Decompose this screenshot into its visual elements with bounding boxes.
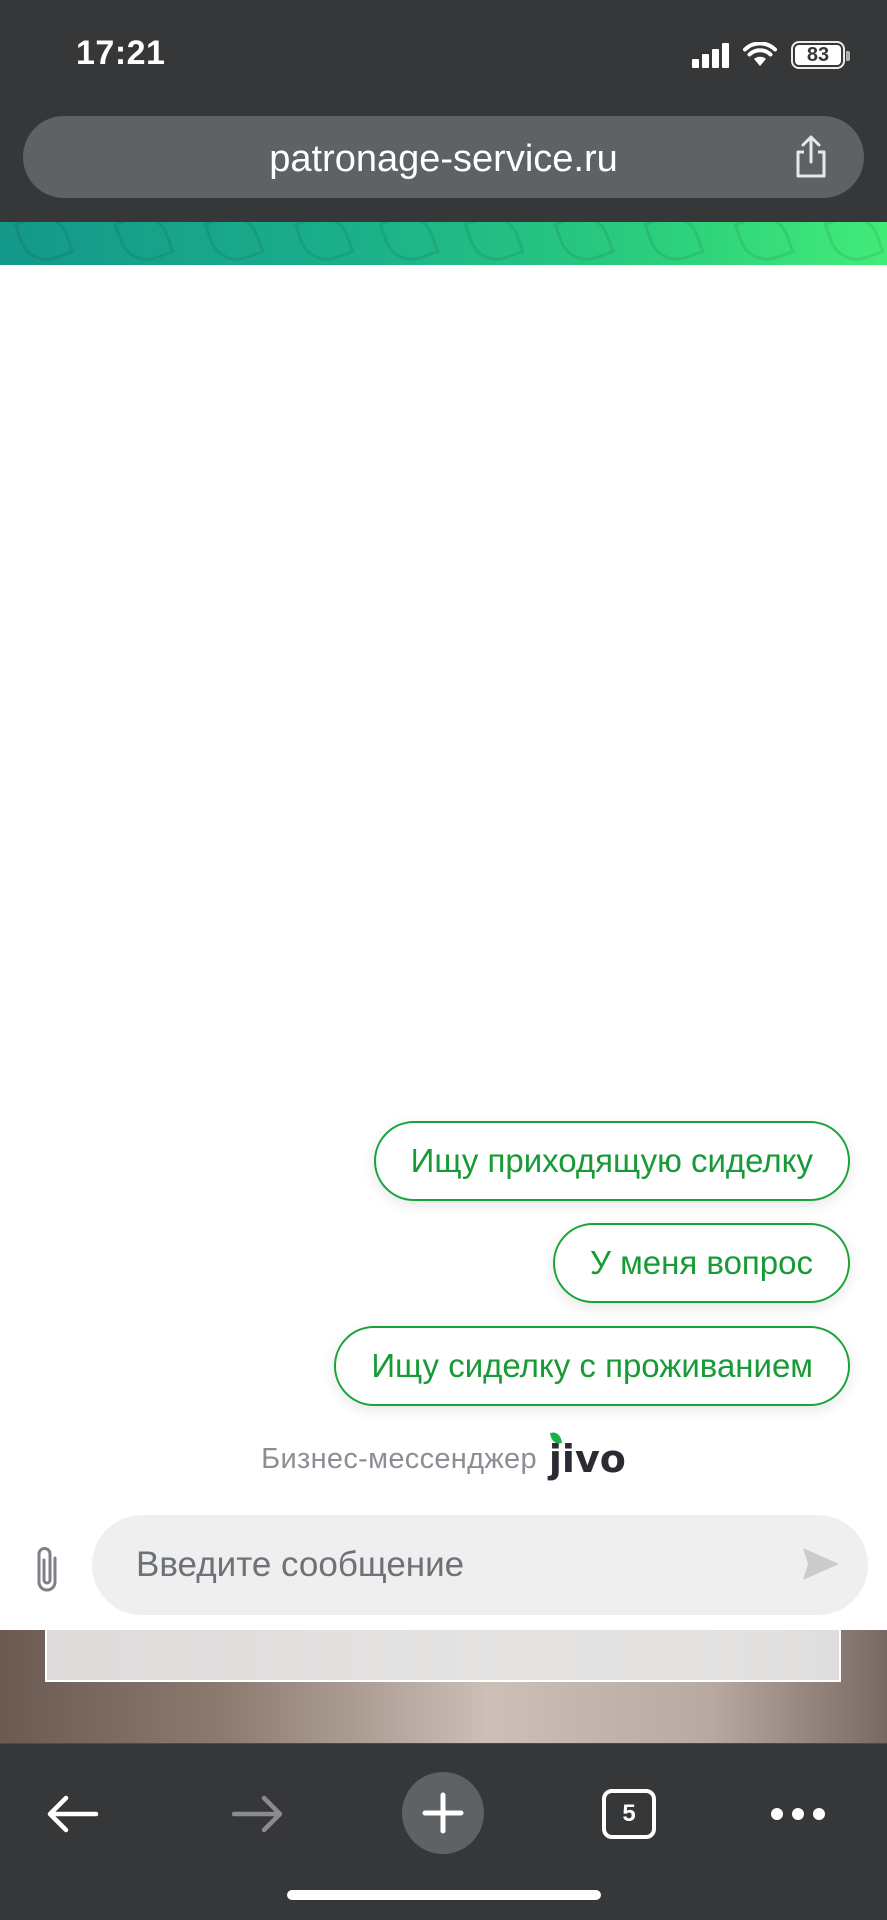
message-input[interactable] xyxy=(92,1515,868,1615)
paperclip-icon[interactable] xyxy=(28,1542,68,1598)
browser-top-chrome: 17:21 83 patronage-service.ru xyxy=(0,0,887,222)
more-icon xyxy=(771,1808,825,1820)
send-icon[interactable] xyxy=(799,1542,843,1586)
back-button[interactable] xyxy=(32,1774,112,1854)
tab-count: 5 xyxy=(622,1800,636,1827)
arrow-right-icon xyxy=(231,1795,283,1833)
message-composer xyxy=(0,1512,887,1630)
arrow-left-icon xyxy=(47,1795,99,1833)
site-header-strip xyxy=(0,222,887,265)
url-text: patronage-service.ru xyxy=(269,138,618,180)
wifi-icon xyxy=(743,42,777,68)
status-time: 17:21 xyxy=(76,34,166,72)
new-tab-button[interactable] xyxy=(402,1772,484,1854)
cellular-signal-icon xyxy=(692,42,729,68)
quick-reply-button[interactable]: У меня вопрос xyxy=(552,1223,850,1303)
battery-icon: 83 xyxy=(791,41,850,69)
forward-button[interactable] xyxy=(218,1774,298,1854)
page-overlay-box xyxy=(45,1630,841,1682)
status-indicators: 83 xyxy=(692,38,850,72)
chat-widget xyxy=(0,265,887,1630)
address-bar[interactable]: patronage-service.ru xyxy=(23,116,864,198)
home-indicator[interactable] xyxy=(287,1890,601,1900)
share-icon[interactable] xyxy=(786,132,836,182)
page-background-image xyxy=(0,1630,887,1743)
powered-by: Бизнес-мессенджер jivo xyxy=(0,1431,887,1481)
quick-reply-button[interactable]: Ищу сиделку с проживанием xyxy=(334,1326,850,1406)
more-button[interactable] xyxy=(758,1774,838,1854)
tabs-icon: 5 xyxy=(602,1789,656,1839)
battery-level: 83 xyxy=(806,44,830,66)
tabs-button[interactable]: 5 xyxy=(589,1774,669,1854)
brand-label: Бизнес-мессенджер xyxy=(261,1442,537,1475)
plus-icon xyxy=(422,1792,464,1834)
jivo-logo[interactable]: jivo xyxy=(548,1431,626,1481)
jivo-logo-text: jivo xyxy=(548,1437,626,1481)
quick-reply-button[interactable]: Ищу приходящую сиделку xyxy=(373,1121,850,1201)
